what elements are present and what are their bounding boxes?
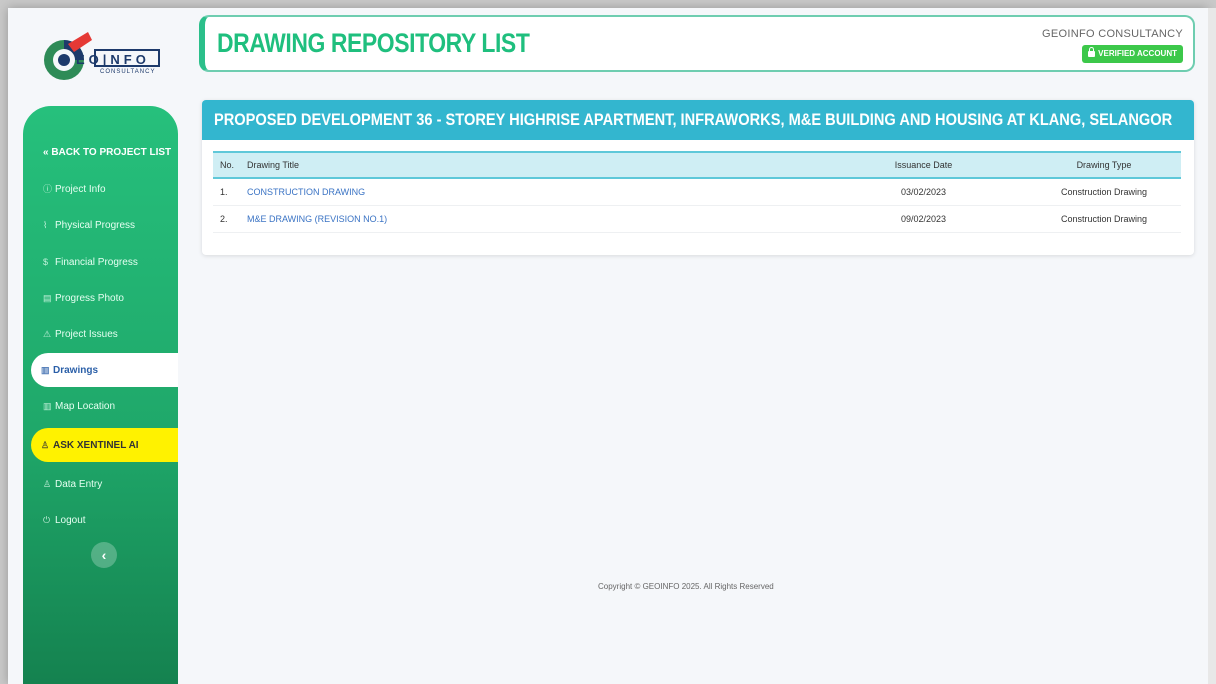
lock-icon [1088,47,1096,57]
power-icon: ⏻ [43,515,51,525]
row-number: 2. [213,205,240,233]
logo-text: EO|NFO [76,52,150,67]
sidebar-item-financial-progress[interactable]: $ Financial Progress [23,245,178,279]
sidebar-item-project-info[interactable]: ⓘ Project Info [23,172,178,206]
sidebar-item-progress-photo[interactable]: ▤ Progress Photo [23,281,178,315]
sidebar-item-drawings[interactable]: ▥ Drawings [31,353,178,387]
city-icon: ▥ [43,401,52,411]
sidebar-item-back[interactable]: « BACK TO PROJECT LIST [23,136,178,170]
table-row: 2. M&E DRAWING (REVISION NO.1) 09/02/202… [213,205,1181,233]
sidebar-item-label: Project Issues [55,329,118,340]
photo-icon: ▤ [43,293,52,303]
sidebar-item-data-entry[interactable]: ♙ Data Entry [23,467,178,501]
logo-subtitle: CONSULTANCY [100,69,156,75]
sidebar-item-label: Drawings [53,365,99,376]
verified-badge: VERIFIED ACCOUNT [1082,45,1183,63]
page-scrollbar[interactable] [1208,8,1216,684]
sidebar-item-label: ASK XENTINEL AI [53,440,139,451]
verified-label: VERIFIED ACCOUNT [1098,49,1177,58]
row-number: 1. [213,178,240,206]
sidebar-item-project-issues[interactable]: ⚠ Project Issues [23,317,178,351]
page-title: DRAWING REPOSITORY LIST [217,28,530,58]
project-title: PROPOSED DEVELOPMENT 36 - STOREY HIGHRIS… [214,110,1173,129]
table-header-row: No. Drawing Title Issuance Date Drawing … [213,152,1181,178]
page-header: DRAWING REPOSITORY LIST GEOINFO CONSULTA… [199,15,1195,72]
col-drawing-title: Drawing Title [247,160,300,170]
col-issuance-date: Issuance Date [894,160,953,170]
ai-user-icon: ♙ [41,440,50,450]
warning-icon: ⚠ [43,329,52,339]
sidebar-collapse-button[interactable]: ‹ [91,542,117,568]
map-icon: ▥ [41,365,50,375]
sidebar-item-label: Financial Progress [55,257,138,268]
drawing-link[interactable]: CONSTRUCTION DRAWING [240,178,820,206]
sidebar-item-map-location[interactable]: ▥ Map Location [23,389,178,423]
chart-icon: ⌇ [43,220,48,230]
issuance-date: 03/02/2023 [820,178,1020,206]
sidebar-item-label: Data Entry [55,479,103,490]
sidebar-item-label: « BACK TO PROJECT LIST [43,147,172,158]
sidebar-item-label: Map Location [55,401,116,412]
app-window: EO|NFO CONSULTANCY DRAWING REPOSITORY LI… [8,8,1208,684]
chevron-left-icon: ‹ [101,547,107,563]
drawing-type: Construction Drawing [1020,205,1181,233]
footer-copyright: Copyright © GEOINFO 2025. All Rights Res… [598,582,774,591]
drawing-table: No. Drawing Title Issuance Date Drawing … [213,151,1181,233]
sidebar-item-label: Physical Progress [55,220,136,231]
drawing-type: Construction Drawing [1020,178,1181,206]
sidebar-item-label: Project Info [55,184,106,195]
dollar-icon: $ [43,257,49,267]
geoinfo-logo[interactable]: EO|NFO CONSULTANCY [38,26,168,88]
drawing-link[interactable]: M&E DRAWING (REVISION NO.1) [240,205,820,233]
drawing-list-card: PROPOSED DEVELOPMENT 36 - STOREY HIGHRIS… [202,100,1194,255]
sidebar-item-logout[interactable]: ⏻ Logout [23,503,178,537]
project-title-bar: PROPOSED DEVELOPMENT 36 - STOREY HIGHRIS… [202,100,1194,140]
sidebar: « BACK TO PROJECT LIST ⓘ Project Info ⌇ Ph… [23,106,178,684]
company-name: GEOINFO CONSULTANCY [1042,28,1183,40]
table-row: 1. CONSTRUCTION DRAWING 03/02/2023 Const… [213,178,1181,206]
info-icon: ⓘ [43,184,53,194]
sidebar-item-label: Logout [55,515,86,526]
user-icon: ♙ [43,479,52,489]
col-drawing-type: Drawing Type [1076,160,1132,170]
issuance-date: 09/02/2023 [820,205,1020,233]
sidebar-item-physical-progress[interactable]: ⌇ Physical Progress [23,208,178,242]
sidebar-item-ask-ai[interactable]: ♙ ASK XENTINEL AI [31,428,178,462]
col-no: No. [220,160,235,170]
sidebar-item-label: Progress Photo [55,293,124,304]
